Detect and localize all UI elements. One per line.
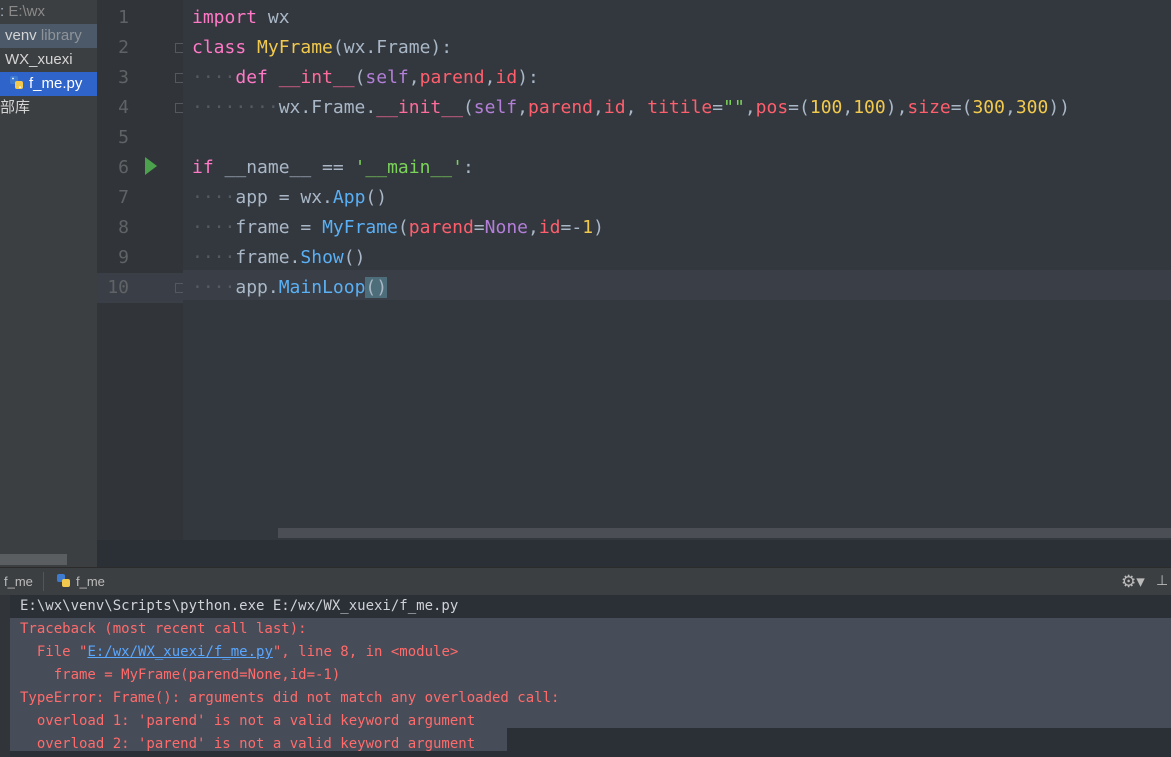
run-console[interactable]: E:\wx\venv\Scripts\python.exe E:/wx/WX_x…: [0, 595, 1171, 757]
tree-item-external-libs[interactable]: 部库: [0, 96, 30, 120]
editor-gutter: 1 2 3 4 5 6 7 8 9 10: [97, 0, 213, 540]
console-command-line: E:\wx\venv\Scripts\python.exe E:/wx/WX_x…: [20, 598, 459, 614]
code-line-1: import wx: [192, 7, 290, 28]
python-file-icon: [10, 76, 23, 89]
line-number: 6: [118, 157, 129, 178]
project-tree: : E:\wx venv library WX_xuexi f_me.py 部库: [0, 0, 97, 567]
line-number: 9: [118, 247, 129, 268]
venv-label: venv: [5, 27, 37, 44]
line-number: 8: [118, 217, 129, 238]
line-number: 5: [118, 127, 129, 148]
run-tool-window-header: f_me f_me ⚙▾ ⊥: [0, 567, 1171, 595]
line-number: 7: [118, 187, 129, 208]
tab-divider: [43, 572, 44, 591]
code-line-3: ····def __int__(self,parend,id):: [192, 67, 539, 88]
run-tab-1[interactable]: f_me: [4, 568, 33, 595]
console-type-error: TypeError: Frame(): arguments did not ma…: [20, 690, 560, 706]
tree-item-venv[interactable]: venv library: [0, 24, 97, 48]
project-folder-label: WX_xuexi: [5, 51, 73, 68]
run-tab-2[interactable]: f_me: [56, 568, 105, 595]
run-gutter-icon[interactable]: [145, 157, 157, 175]
python-file-icon: [57, 574, 70, 587]
gear-icon[interactable]: ⚙▾: [1121, 572, 1145, 592]
hide-panel-icon[interactable]: ⊥: [1156, 572, 1168, 589]
console-traceback-header: Traceback (most recent call last):: [20, 621, 307, 637]
line-number: 1: [118, 7, 129, 28]
external-libs-label: 部库: [0, 99, 31, 116]
traceback-file-link[interactable]: E:/wx/WX_xuexi/f_me.py: [87, 644, 272, 660]
tree-item-active-file[interactable]: f_me.py: [0, 72, 97, 96]
code-line-8: ····frame = MyFrame(parend=None,id=-1): [192, 217, 604, 238]
console-gutter: [0, 595, 10, 757]
file-line-prefix: File ": [20, 644, 88, 660]
code-line-2: class MyFrame(wx.Frame):: [192, 37, 453, 58]
code-editor[interactable]: 1 2 3 4 5 6 7 8 9 10 import wx class MyF…: [97, 0, 1171, 567]
tree-item-project[interactable]: WX_xuexi: [0, 48, 73, 72]
tree-root-item[interactable]: : E:\wx: [0, 0, 45, 24]
active-file-label: f_me.py: [29, 75, 83, 92]
code-line-4: ········wx.Frame.__init__(self,parend,id…: [192, 97, 1071, 118]
console-overload-1: overload 1: 'parend' is not a valid keyw…: [20, 713, 476, 729]
sidebar-scrollbar[interactable]: [0, 554, 67, 565]
line-number: 2: [118, 37, 129, 58]
code-line-10: ····app.MainLoop(): [192, 277, 388, 298]
tree-root-prefix: :: [0, 3, 5, 20]
line-number: 3: [118, 67, 129, 88]
editor-horizontal-scrollbar[interactable]: [278, 528, 1171, 538]
code-line-7: ····app = wx.App(): [192, 187, 388, 208]
file-line-suffix: ", line 8, in <module>: [272, 644, 459, 660]
editor-bottom-strip: [97, 540, 1171, 567]
code-line-9: ····frame.Show(): [192, 247, 366, 268]
console-overload-2: overload 2: 'parend' is not a valid keyw…: [20, 736, 476, 752]
line-number: 4: [118, 97, 129, 118]
line-number-current: 10: [97, 273, 183, 303]
tree-root-path: E:\wx: [8, 3, 46, 20]
code-line-6: if __name__ == '__main__':: [192, 157, 474, 178]
run-tab-2-label: f_me: [76, 574, 105, 589]
venv-suffix: library: [40, 27, 82, 44]
console-file-line: File "E:/wx/WX_xuexi/f_me.py", line 8, i…: [20, 641, 458, 664]
code-area[interactable]: import wx class MyFrame(wx.Frame): ····d…: [183, 0, 1171, 540]
console-frame-line: frame = MyFrame(parend=None,id=-1): [20, 667, 341, 683]
